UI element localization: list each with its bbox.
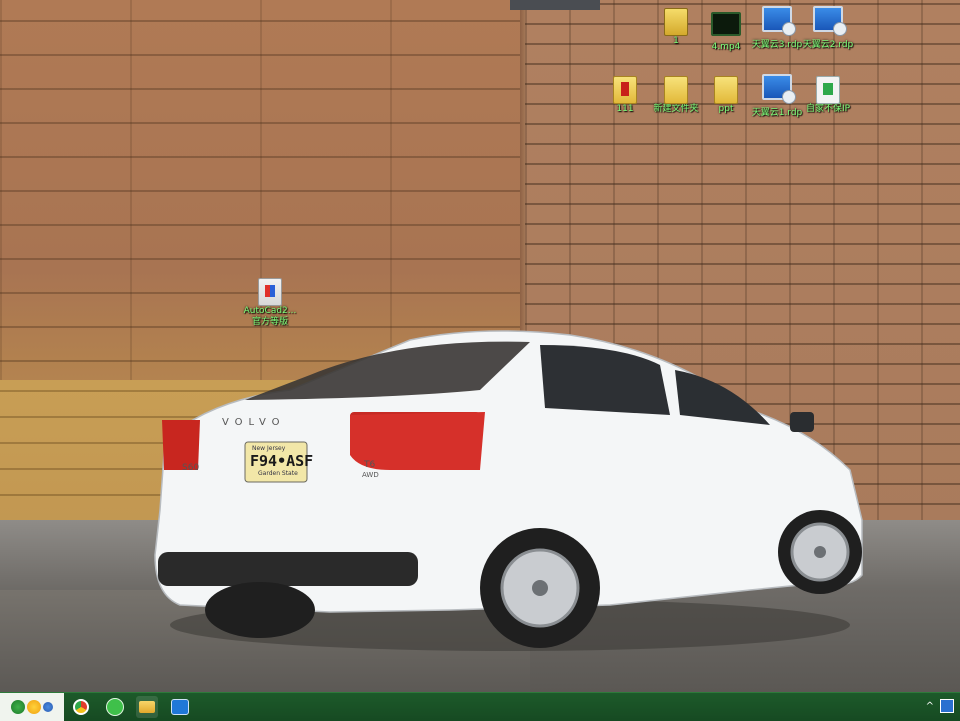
system-tray: ^ <box>926 699 954 713</box>
start-button[interactable] <box>0 693 64 721</box>
desktop-icon-label-line1: AutoCad2... <box>243 306 297 316</box>
archive-folder-icon <box>613 76 637 104</box>
remote-desktop-icon <box>762 6 796 36</box>
remote-desktop-icon <box>762 74 796 104</box>
wallpaper-license-plate: F94•ASF <box>250 452 314 470</box>
tray-chevron-icon[interactable]: ^ <box>926 701 934 712</box>
remote-desktop-icon <box>813 6 847 36</box>
video-camera-icon <box>171 699 189 715</box>
file-explorer-taskbar-button[interactable] <box>136 696 158 718</box>
wallpaper-trim-badge-bottom: AWD <box>362 471 379 479</box>
wallpaper-model-badge: S60 <box>182 463 200 473</box>
start-logo-icon <box>11 700 25 714</box>
desktop-icon-label: 4.mp4 <box>711 42 741 52</box>
desktop-icon-label: 天翼云2.rdp <box>802 40 854 50</box>
desktop-icon-ppt-folder[interactable]: ppt <box>698 76 754 115</box>
wallpaper-brand-text: VOLVO <box>222 417 286 428</box>
desktop-icon-new-folder[interactable]: 新建文件夹 <box>648 76 704 115</box>
desktop-icon-video-file[interactable]: 4.mp4 <box>698 12 754 53</box>
folder-icon <box>664 8 688 36</box>
video-file-icon <box>711 12 741 36</box>
desktop-icon-autocad-installer[interactable]: AutoCad2... 官方等版 <box>242 278 298 328</box>
chat-icon <box>106 698 124 716</box>
sun-logo-icon <box>27 700 41 714</box>
taskbar: ^ <box>0 692 960 721</box>
folder-icon <box>714 76 738 104</box>
browser-taskbar-button[interactable] <box>70 696 92 718</box>
wallpaper-plate-bottom: Garden State <box>258 470 298 477</box>
roof-edge <box>510 0 600 10</box>
flower-logo-icon <box>43 702 53 712</box>
folder-icon <box>664 76 688 104</box>
desktop-icon-label: 天翼云1.rdp <box>751 108 803 118</box>
desktop-icon-ip-document[interactable]: 自家不保IP <box>800 76 856 115</box>
wallpaper-trim-badge-top: T6 <box>364 460 376 470</box>
video-meeting-taskbar-button[interactable] <box>169 696 191 718</box>
white-sedan-car <box>154 330 863 651</box>
desktop-icon-label-line2: 官方等版 <box>251 317 288 327</box>
desktop-icon-label: 1 <box>673 36 679 46</box>
desktop-icon-archive-111[interactable]: 111 <box>597 76 653 115</box>
desktop-icon-folder-1[interactable]: 1 <box>648 8 704 47</box>
document-icon <box>816 76 840 104</box>
browser-icon <box>73 699 89 715</box>
desktop-icon-label: ppt <box>718 104 734 114</box>
desktop-icon-label: 新建文件夹 <box>653 104 699 114</box>
wallpaper-plate-top: New Jersey <box>252 445 286 452</box>
desktop-icon-label: 天翼云3.rdp <box>751 40 803 50</box>
folder-icon <box>139 701 155 713</box>
desktop-icon-label: 111 <box>616 104 634 114</box>
tray-app-icon[interactable] <box>940 699 954 713</box>
installer-icon <box>258 278 282 306</box>
desktop-icon-rdp-1[interactable]: 天翼云1.rdp <box>749 74 805 119</box>
desktop-icon-label: 自家不保IP <box>805 104 851 114</box>
desktop-icon-rdp-3[interactable]: 天翼云3.rdp <box>749 6 805 51</box>
wechat-taskbar-button[interactable] <box>104 696 126 718</box>
desktop-icon-rdp-2[interactable]: 天翼云2.rdp <box>800 6 856 51</box>
